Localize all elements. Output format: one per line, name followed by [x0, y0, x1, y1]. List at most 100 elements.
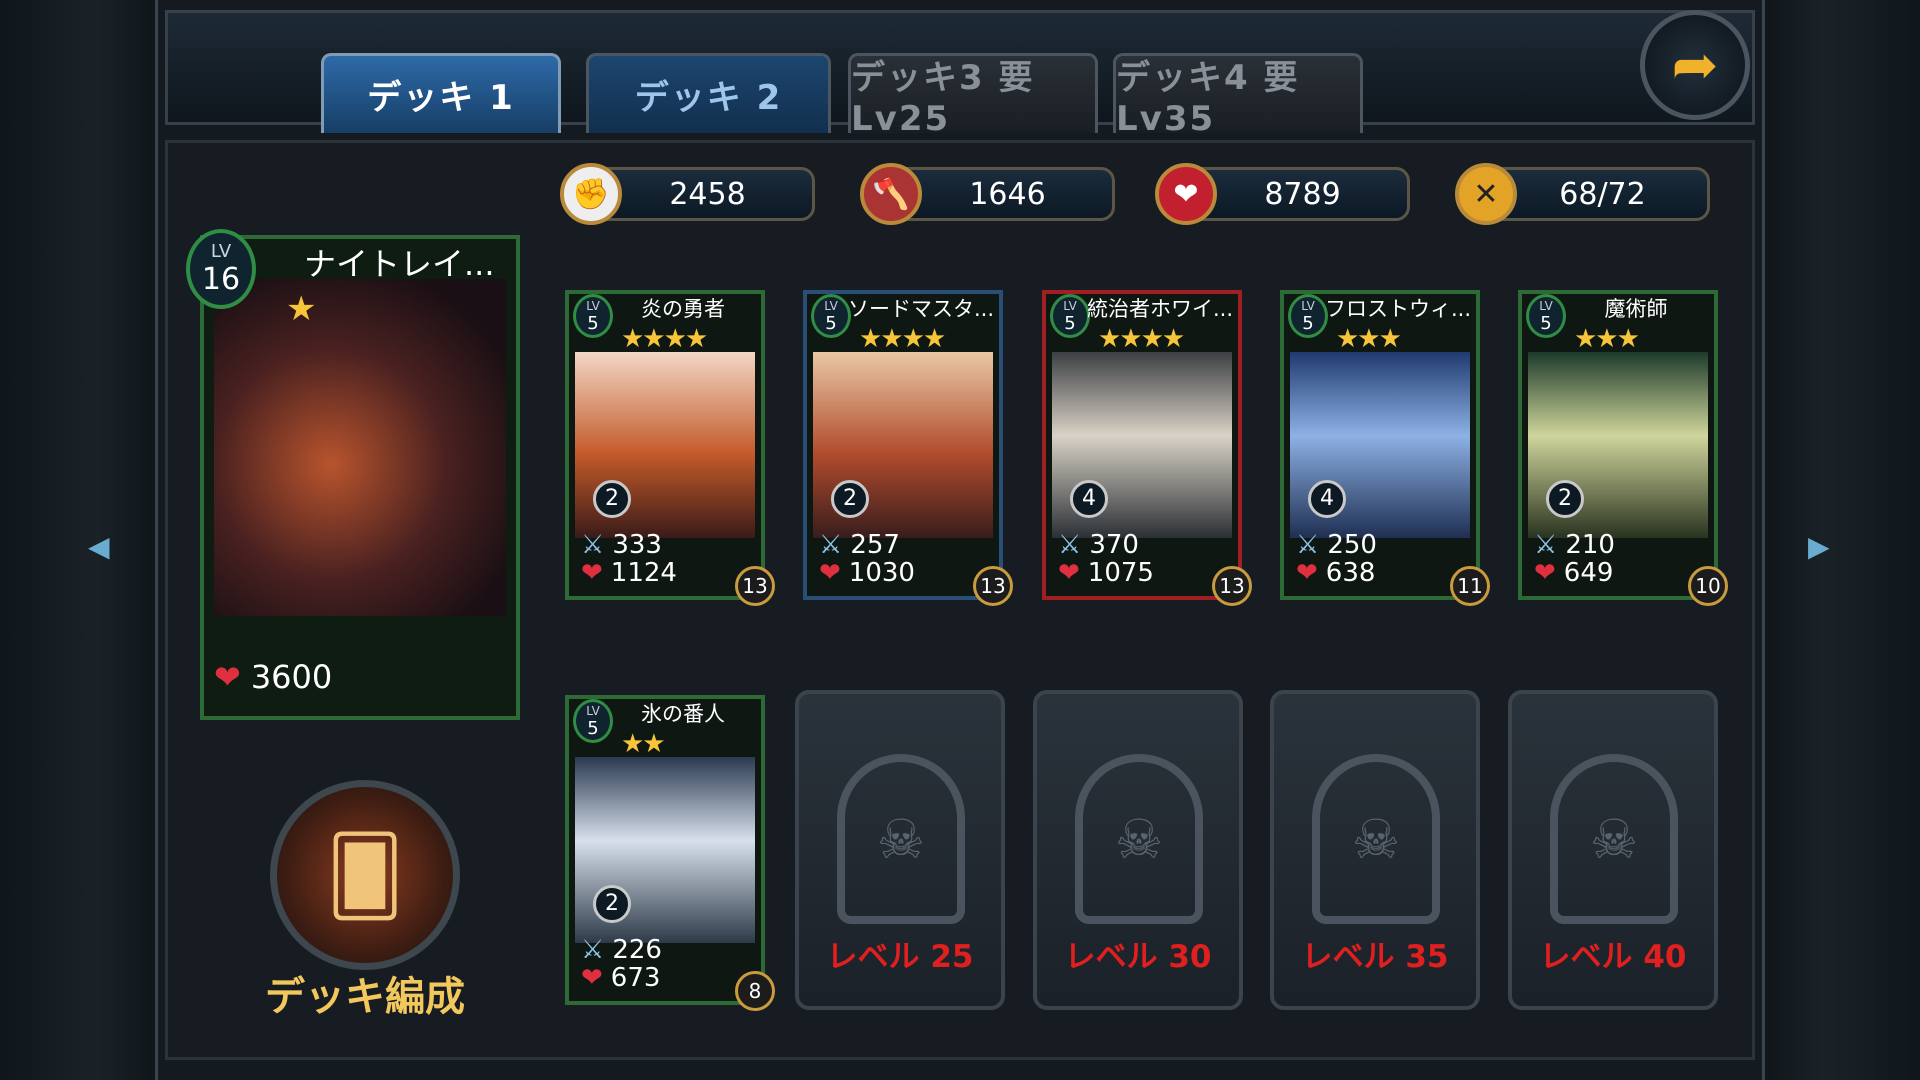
- sword-icon: ⚔: [581, 935, 605, 965]
- card-level: LV 5: [573, 699, 613, 743]
- heart-icon: ❤: [581, 963, 603, 993]
- card-name: 魔術師: [1604, 297, 1668, 321]
- locked-slot: ☠ レベル 35: [1270, 690, 1480, 1010]
- cost-total: 68/72 ✕: [1455, 163, 1710, 225]
- card-cost: 2: [831, 480, 869, 518]
- card-cost: 4: [1070, 480, 1108, 518]
- card-level: LV 5: [811, 294, 851, 338]
- card-stars: ★★★★: [1098, 324, 1185, 354]
- locked-slot: ☠ レベル 30: [1033, 690, 1243, 1010]
- lock-icon: ☠: [1312, 754, 1440, 924]
- right-arrow-icon[interactable]: ▶: [1808, 530, 1830, 563]
- heart-icon: ❤: [581, 558, 603, 588]
- left-ornament: [0, 0, 160, 1080]
- leader-name: ナイトレイ...: [304, 245, 495, 283]
- card-stars: ★★: [621, 729, 666, 759]
- card-stars: ★★★: [1574, 324, 1640, 354]
- sword-icon: ⚔: [1296, 530, 1320, 560]
- tab-deck-2[interactable]: デッキ 2: [586, 53, 831, 133]
- tab-deck-3[interactable]: デッキ3 要Lv25: [848, 53, 1098, 139]
- card-rank: 13: [1212, 566, 1252, 606]
- card-cost: 4: [1308, 480, 1346, 518]
- lock-icon: ☠: [1075, 754, 1203, 924]
- attack-total: 2458 ✊: [560, 163, 815, 225]
- deck-card[interactable]: LV 5 統治者ホワイ... ★★★★ 4 ⚔ 370 ❤ 1075 13: [1042, 290, 1252, 606]
- lock-icon: ☠: [1550, 754, 1678, 924]
- card-rank: 13: [973, 566, 1013, 606]
- card-attack: ⚔ 370: [1058, 530, 1139, 560]
- card-attack: ⚔ 333: [581, 530, 662, 560]
- card-rank: 13: [735, 566, 775, 606]
- slot-requirement: レベル 30: [1064, 939, 1212, 975]
- card-name: フロストウィ...: [1324, 297, 1472, 321]
- card-cost: 2: [1546, 480, 1584, 518]
- sword-icon: ⚔: [1058, 530, 1082, 560]
- deck-card[interactable]: LV 5 炎の勇者 ★★★★ 2 ⚔ 333 ❤ 1124 13: [565, 290, 775, 606]
- leader-art: [214, 279, 506, 616]
- power-total: 1646 🪓: [860, 163, 1115, 225]
- card-rank: 8: [735, 971, 775, 1011]
- back-arrow-icon: ➦: [1671, 32, 1719, 98]
- deck-card[interactable]: LV 5 ソードマスタ... ★★★★ 2 ⚔ 257 ❤ 1030 13: [803, 290, 1013, 606]
- slot-requirement: レベル 25: [826, 939, 974, 975]
- card-hp: ❤ 649: [1534, 558, 1614, 588]
- card-stars: ★★★★: [859, 324, 946, 354]
- slot-requirement: レベル 35: [1301, 939, 1449, 975]
- fist-icon: ✊: [560, 163, 622, 225]
- leader-stars: ★: [286, 289, 317, 329]
- lock-icon: ☠: [837, 754, 965, 924]
- heart-icon: ❤: [1058, 558, 1080, 588]
- back-button[interactable]: ➦: [1640, 10, 1750, 120]
- leader-card[interactable]: LV 16 ナイトレイ... ★ ❤ 3600: [186, 229, 520, 720]
- swords-icon: ✕: [1455, 163, 1517, 225]
- heart-icon: ❤: [1534, 558, 1556, 588]
- heart-icon: ❤: [819, 558, 841, 588]
- tab-deck-4[interactable]: デッキ4 要Lv35: [1113, 53, 1363, 139]
- deck-card[interactable]: LV 5 氷の番人 ★★ 2 ⚔ 226 ❤ 673 8: [565, 695, 775, 1011]
- card-cost: 2: [593, 480, 631, 518]
- card-level: LV 5: [1288, 294, 1328, 338]
- card-level: LV 5: [1050, 294, 1090, 338]
- locked-slot: ☠ レベル 40: [1508, 690, 1718, 1010]
- card-hp: ❤ 673: [581, 963, 661, 993]
- sword-icon: ⚔: [819, 530, 843, 560]
- card-attack: ⚔ 250: [1296, 530, 1377, 560]
- right-ornament: [1760, 0, 1920, 1080]
- deck-edit-button[interactable]: 🂠 デッキ編成: [255, 780, 475, 1020]
- card-attack: ⚔ 226: [581, 935, 662, 965]
- heart-icon: ❤: [1155, 163, 1217, 225]
- card-stars: ★★★★: [621, 324, 708, 354]
- card-hp: ❤ 1030: [819, 558, 915, 588]
- card-level: LV 5: [1526, 294, 1566, 338]
- left-arrow-icon[interactable]: ◀: [88, 530, 110, 563]
- leader-hp: ❤ 3600: [214, 658, 333, 696]
- sword-icon: ⚔: [1534, 530, 1558, 560]
- card-name: 統治者ホワイ...: [1086, 297, 1234, 321]
- card-rank: 10: [1688, 566, 1728, 606]
- leader-level-badge: LV 16: [186, 229, 256, 309]
- card-cost: 2: [593, 885, 631, 923]
- card-hp: ❤ 638: [1296, 558, 1376, 588]
- slot-requirement: レベル 40: [1539, 939, 1687, 975]
- card-attack: ⚔ 257: [819, 530, 900, 560]
- sword-icon: ⚔: [581, 530, 605, 560]
- heart-icon: ❤: [214, 658, 241, 696]
- card-level: LV 5: [573, 294, 613, 338]
- card-stars: ★★★: [1336, 324, 1402, 354]
- deck-card[interactable]: LV 5 魔術師 ★★★ 2 ⚔ 210 ❤ 649 10: [1518, 290, 1728, 606]
- hp-total: 8789 ❤: [1155, 163, 1410, 225]
- heart-icon: ❤: [1296, 558, 1318, 588]
- tab-deck-1[interactable]: デッキ 1: [321, 53, 561, 133]
- axe-icon: 🪓: [860, 163, 922, 225]
- card-hp: ❤ 1075: [1058, 558, 1154, 588]
- deck-tab-bar: デッキ 1 デッキ 2 デッキ3 要Lv25 デッキ4 要Lv35: [165, 10, 1755, 139]
- cards-icon: 🂠: [270, 780, 460, 970]
- card-hp: ❤ 1124: [581, 558, 677, 588]
- card-rank: 11: [1450, 566, 1490, 606]
- card-name: ソードマスタ...: [847, 297, 995, 321]
- deck-card[interactable]: LV 5 フロストウィ... ★★★ 4 ⚔ 250 ❤ 638 11: [1280, 290, 1490, 606]
- card-name: 炎の勇者: [641, 297, 725, 321]
- card-name: 氷の番人: [641, 702, 725, 726]
- locked-slot: ☠ レベル 25: [795, 690, 1005, 1010]
- card-attack: ⚔ 210: [1534, 530, 1615, 560]
